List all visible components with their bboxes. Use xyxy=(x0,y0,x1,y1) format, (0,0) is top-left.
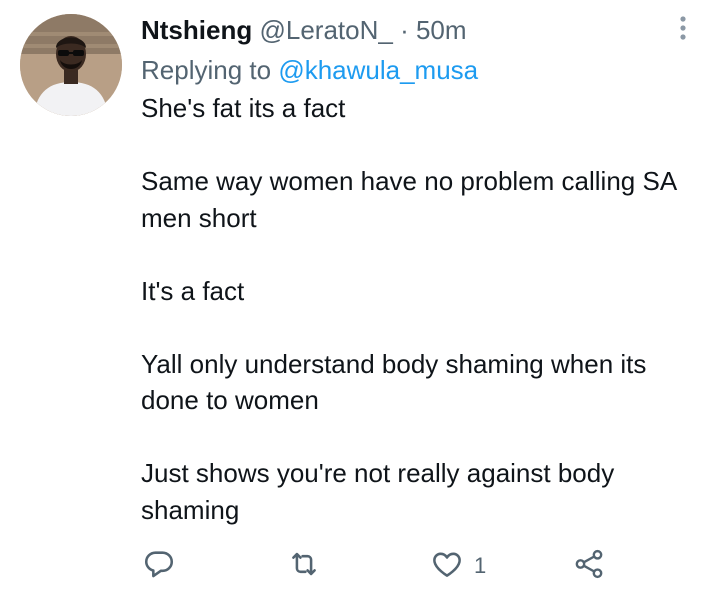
share-button[interactable] xyxy=(572,546,606,586)
user-handle[interactable]: @LeratoN_ xyxy=(259,15,392,45)
like-button[interactable]: 1 xyxy=(430,546,486,586)
separator-dot: · xyxy=(400,15,409,45)
tweet-line: It's a fact xyxy=(141,275,245,306)
retweet-button[interactable] xyxy=(286,546,322,586)
tweet-line: Same way women have no problem calling S… xyxy=(141,166,678,196)
replying-to-line: Replying to @khawula_musa xyxy=(141,52,478,88)
tweet-line: done to women xyxy=(141,385,319,415)
replying-prefix: Replying to xyxy=(141,55,272,85)
reply-bubble-icon xyxy=(142,547,176,586)
tweet-line: She's fat its a fact xyxy=(141,93,346,123)
timestamp[interactable]: 50m xyxy=(416,15,467,45)
action-bar: 1 xyxy=(0,546,720,586)
reply-button[interactable] xyxy=(142,546,176,586)
avatar[interactable] xyxy=(20,14,122,116)
replying-to-mention[interactable]: @khawula_musa xyxy=(278,55,478,85)
tweet-header: Ntshieng @LeratoN_ · 50m xyxy=(141,12,467,48)
tweet-body: She's fat its a fact Same way women have… xyxy=(141,90,701,528)
display-name[interactable]: Ntshieng xyxy=(141,15,252,45)
like-count: 1 xyxy=(474,553,487,578)
tweet-line: men short xyxy=(141,202,257,233)
more-vertical-icon[interactable] xyxy=(673,14,693,44)
tweet-line: Just shows you're not really against bod… xyxy=(141,458,615,488)
tweet-line: shaming xyxy=(141,494,240,525)
tweet[interactable]: Ntshieng @LeratoN_ · 50m Replying to @kh… xyxy=(0,0,720,590)
heart-icon xyxy=(430,547,464,586)
retweet-icon xyxy=(286,547,322,586)
share-icon xyxy=(572,547,606,586)
tweet-line: Yall only understand body shaming when i… xyxy=(141,348,647,379)
